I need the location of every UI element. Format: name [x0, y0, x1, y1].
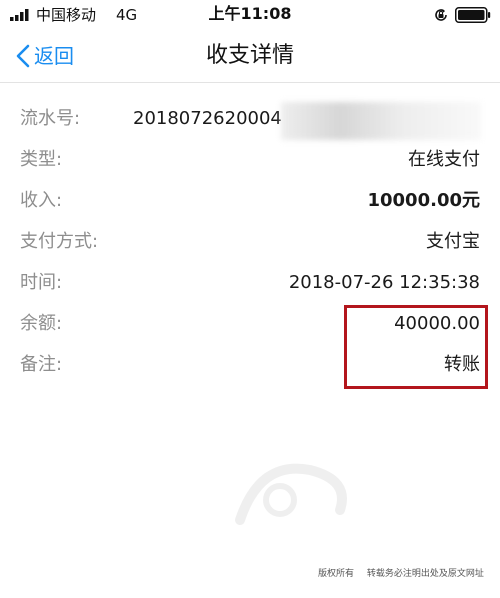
time-label: 时间:: [20, 272, 63, 293]
footer-copyright: 版权所有: [318, 569, 355, 579]
detail-row-type: 类型: 在线支付: [0, 141, 500, 182]
serial-label: 流水号:: [20, 108, 81, 129]
detail-row-time: 时间: 2018-07-26 12:35:38: [0, 264, 500, 305]
income-label: 收入:: [20, 190, 63, 211]
rotation-lock-icon: [435, 9, 447, 21]
detail-row-income: 收入: 10000.00元: [0, 182, 500, 223]
status-time: 上午11:08: [208, 4, 292, 23]
payment-method-label: 支付方式:: [20, 231, 99, 252]
battery-icon: [455, 7, 491, 23]
page-title: 收支详情: [205, 43, 294, 68]
nav-divider: [0, 82, 500, 83]
income-value: 10000.00元: [367, 190, 480, 211]
serial-value-area: 2018072620004: [133, 102, 483, 140]
balance-label: 余额:: [20, 313, 63, 334]
serial-value: 2018072620004: [133, 108, 282, 129]
status-bar: 中国移动 4G 上午11:08: [0, 0, 500, 30]
remark-label: 备注:: [20, 354, 63, 375]
highlight-annotation-box: [344, 305, 488, 389]
type-value: 在线支付: [408, 149, 480, 170]
footer: 版权所有 转载务必注明出处及原文网址: [318, 567, 484, 581]
payment-method-value: 支付宝: [426, 231, 480, 252]
time-value: 2018-07-26 12:35:38: [288, 272, 480, 293]
detail-row-payment-method: 支付方式: 支付宝: [0, 223, 500, 264]
serial-redaction-blur: [281, 102, 481, 140]
navigation-bar: 返回 收支详情: [0, 30, 500, 82]
watermark-logo: [235, 463, 347, 525]
screen: 中国移动 4G 上午11:08 返回 收支详情 流水号: 20180726200…: [0, 0, 500, 598]
detail-row-serial: 流水号: 2018072620004: [0, 100, 500, 141]
footer-notice: 转载务必注明出处及原文网址: [366, 569, 484, 579]
type-label: 类型:: [20, 149, 63, 170]
